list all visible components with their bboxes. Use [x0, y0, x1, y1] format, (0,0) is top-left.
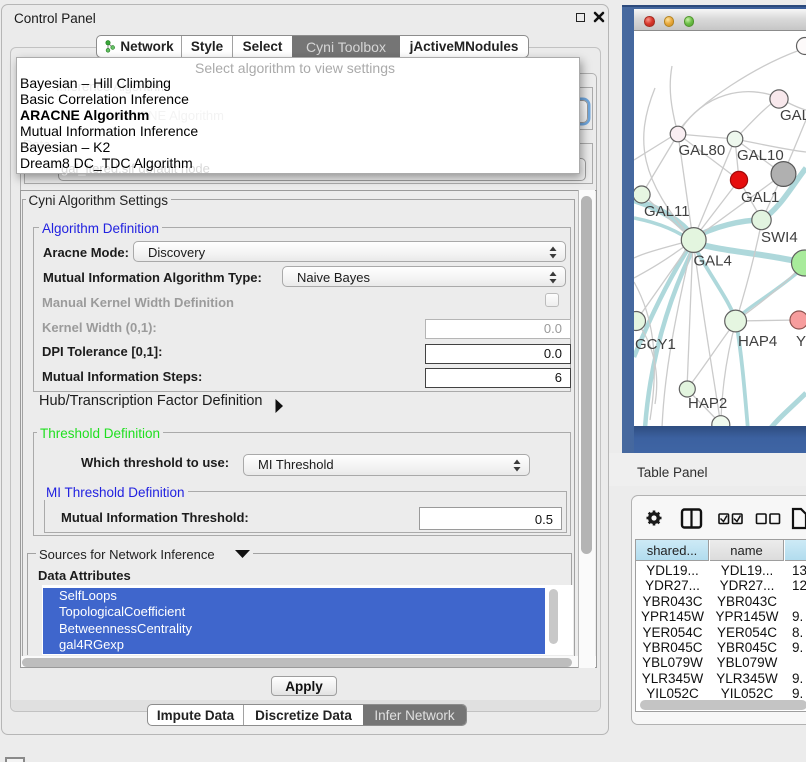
svg-text:GAL10: GAL10	[737, 147, 784, 164]
svg-text:HAP4: HAP4	[738, 333, 777, 350]
svg-text:SWI4: SWI4	[761, 229, 798, 246]
svg-text:GAL1: GAL1	[741, 189, 779, 206]
svg-text:YN: YN	[796, 333, 806, 350]
svg-text:GAL80: GAL80	[679, 142, 726, 159]
svg-text:HAP2: HAP2	[688, 395, 727, 412]
svg-text:GAL11: GAL11	[644, 203, 690, 220]
svg-text:GAL2: GAL2	[780, 107, 806, 124]
svg-text:GCY1: GCY1	[635, 336, 676, 353]
svg-text:GAL4: GAL4	[694, 253, 732, 270]
